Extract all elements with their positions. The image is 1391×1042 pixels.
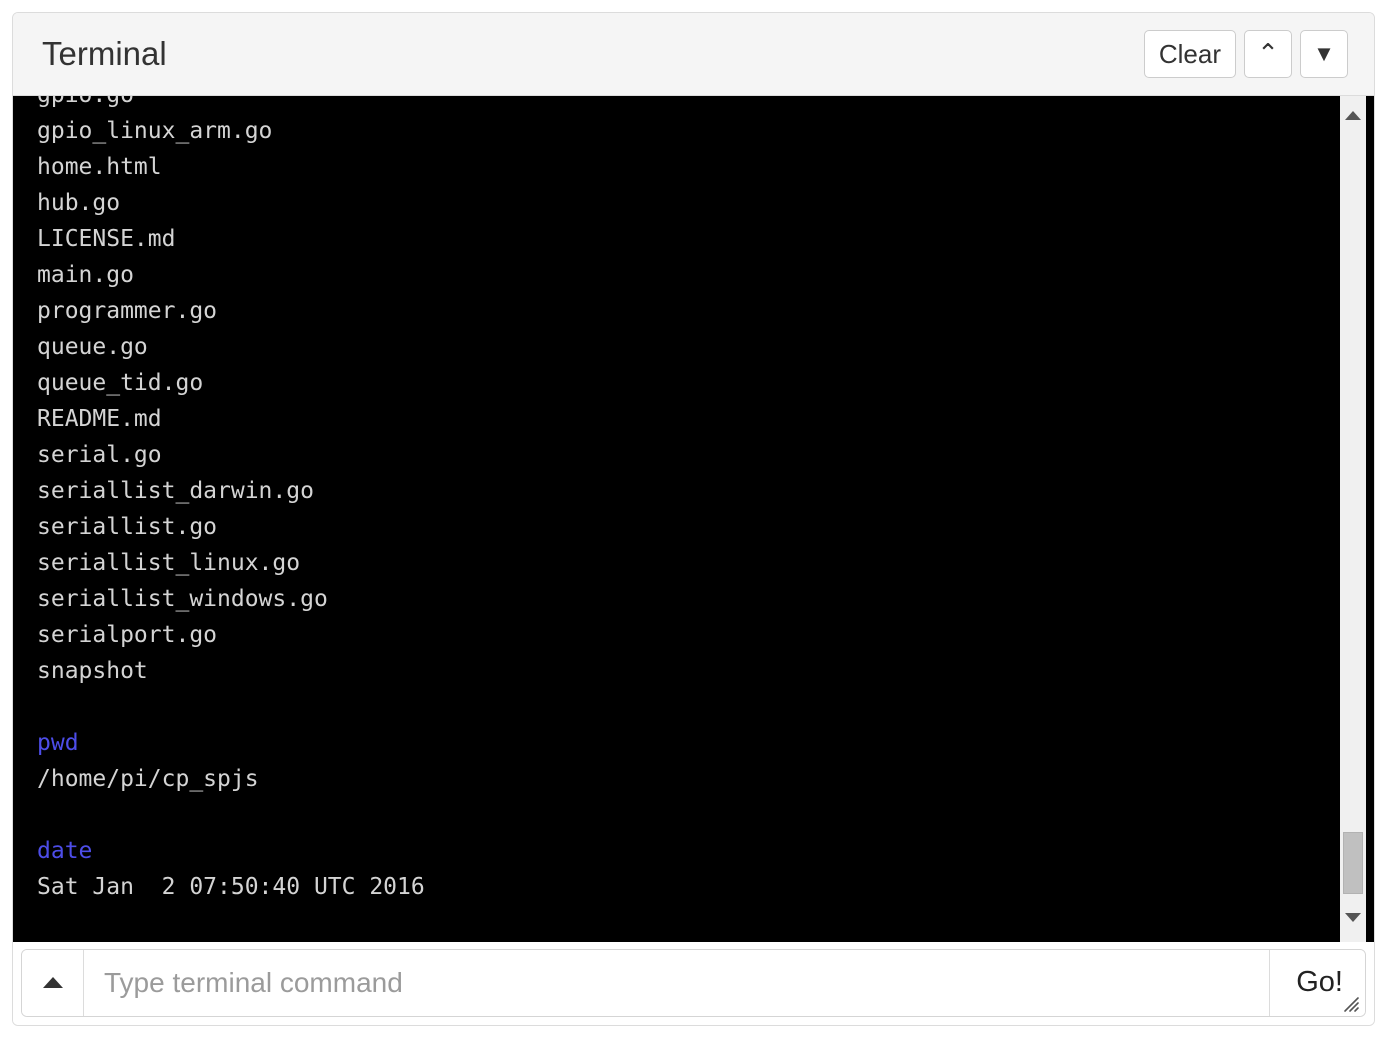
panel-header: Terminal Clear ⌃ ▼ bbox=[13, 13, 1374, 96]
command-input-row: Go! bbox=[13, 942, 1374, 1025]
triangle-down-button[interactable]: ▼ bbox=[1300, 30, 1348, 78]
terminal-output-line: hub.go bbox=[37, 190, 121, 216]
triangle-up-icon bbox=[42, 977, 63, 988]
terminal-scrollbar[interactable] bbox=[1340, 96, 1366, 942]
terminal-output-line: seriallist.go bbox=[37, 514, 218, 540]
terminal-output-line: Sat Jan 2 07:50:40 UTC 2016 bbox=[37, 874, 425, 900]
scroll-up-arrow-icon bbox=[1345, 110, 1361, 120]
terminal-output-line: seriallist_linux.go bbox=[37, 550, 301, 576]
terminal-output-line: home.html bbox=[37, 154, 162, 180]
terminal-output-area[interactable]: gpio.go gpio_linux_arm.go home.html hub.go L… bbox=[13, 96, 1374, 942]
scroll-up-arrow-button[interactable] bbox=[1340, 102, 1366, 128]
terminal-command-input[interactable] bbox=[84, 949, 1270, 1016]
page-title: Terminal bbox=[42, 35, 167, 72]
terminal-output-line: queue_tid.go bbox=[37, 370, 204, 396]
terminal-output-line: queue.go bbox=[37, 334, 148, 360]
scrollbar-thumb[interactable] bbox=[1343, 832, 1363, 894]
terminal-output-line: programmer.go bbox=[37, 298, 218, 324]
terminal-output-line: snapshot bbox=[37, 658, 148, 684]
terminal-output-line: serial.go bbox=[37, 442, 162, 468]
chevron-up-icon: ⌃ bbox=[1257, 38, 1279, 68]
clear-button[interactable]: Clear bbox=[1143, 30, 1236, 78]
scroll-down-arrow-icon bbox=[1345, 912, 1361, 922]
terminal-output-line: LICENSE.md bbox=[37, 226, 176, 252]
terminal-output-line: serialport.go bbox=[37, 622, 218, 648]
terminal-output-line: main.go bbox=[37, 262, 134, 288]
chevron-up-button[interactable]: ⌃ bbox=[1244, 30, 1292, 78]
resize-grip-icon[interactable] bbox=[1342, 995, 1360, 1013]
terminal-output-line: gpio_linux_arm.go bbox=[37, 118, 273, 144]
terminal-output-line: README.md bbox=[37, 406, 162, 432]
terminal-output-line: /home/pi/cp_spjs bbox=[37, 766, 259, 792]
terminal-command-line: pwd bbox=[37, 730, 79, 756]
scroll-down-arrow-button[interactable] bbox=[1340, 904, 1366, 930]
terminal-panel: Terminal Clear ⌃ ▼ gpio.go gpio_linux_arm… bbox=[12, 12, 1375, 1026]
command-input-group: Go! bbox=[21, 948, 1366, 1017]
terminal-output-line: seriallist_darwin.go bbox=[37, 478, 314, 504]
terminal-command-line: date bbox=[37, 838, 93, 864]
terminal-output-line: seriallist_windows.go bbox=[37, 586, 328, 612]
triangle-down-icon: ▼ bbox=[1313, 41, 1335, 66]
terminal-output-text: gpio.go gpio_linux_arm.go home.html hub.go L… bbox=[13, 96, 1332, 942]
terminal-output-line: gpio.go bbox=[37, 96, 1332, 113]
header-button-group: Clear ⌃ ▼ bbox=[1143, 30, 1348, 78]
previous-command-button[interactable] bbox=[22, 949, 84, 1016]
